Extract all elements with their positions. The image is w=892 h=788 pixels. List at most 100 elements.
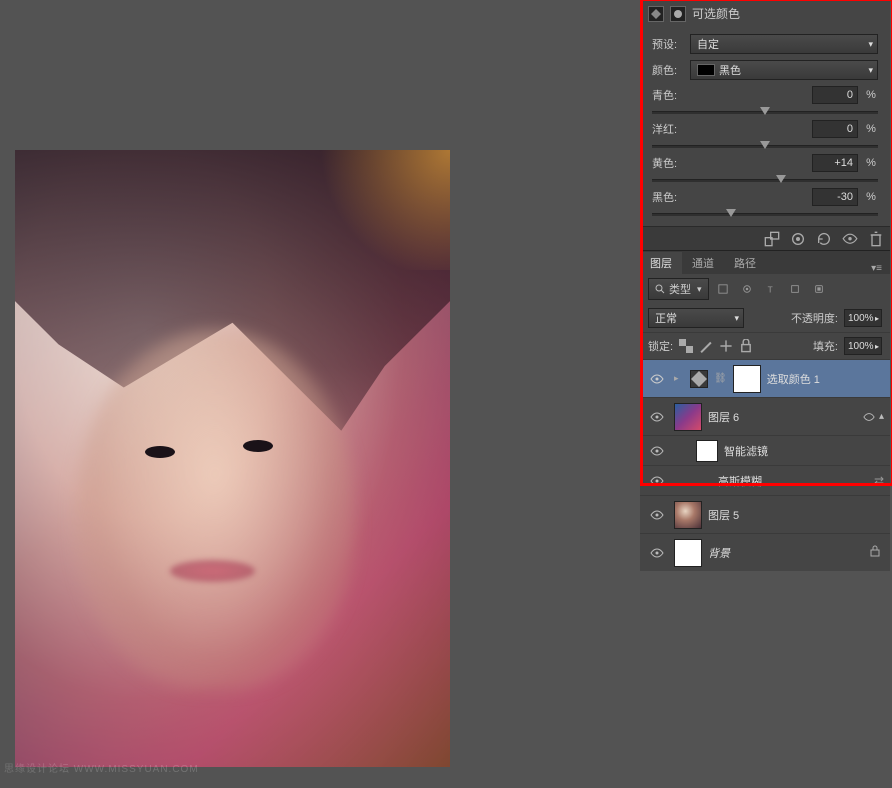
yellow-slider[interactable] bbox=[652, 174, 878, 186]
svg-text:T: T bbox=[767, 284, 772, 294]
portrait-eye-right bbox=[243, 440, 273, 452]
cyan-input[interactable] bbox=[812, 86, 858, 104]
lock-fill-row: 锁定: 填充: 100% bbox=[640, 332, 890, 359]
smart-object-badge[interactable]: ▴ bbox=[863, 411, 884, 422]
trash-icon[interactable] bbox=[868, 232, 884, 246]
layer-selective-color[interactable]: ▸ ⛓ 选取颜色 1 bbox=[640, 359, 890, 397]
lock-transparent-icon[interactable] bbox=[679, 339, 693, 353]
preset-label: 预设: bbox=[652, 36, 686, 52]
layer-name[interactable]: 图层 6 bbox=[708, 409, 739, 425]
eye-icon[interactable] bbox=[646, 510, 668, 520]
lock-icon bbox=[870, 545, 884, 560]
portrait-lips bbox=[170, 560, 255, 582]
adjustment-thumb-icon bbox=[690, 370, 708, 388]
black-input[interactable] bbox=[812, 188, 858, 206]
panel-title: 可选颜色 bbox=[692, 5, 740, 22]
fill-label: 填充: bbox=[813, 338, 838, 354]
tab-channels[interactable]: 通道 bbox=[682, 252, 724, 274]
yellow-input[interactable] bbox=[812, 154, 858, 172]
portrait-face bbox=[75, 330, 355, 690]
filter-adjustment-icon[interactable] bbox=[739, 281, 755, 297]
magenta-input[interactable] bbox=[812, 120, 858, 138]
disclosure-icon[interactable]: ▸ bbox=[674, 373, 684, 384]
filter-pixel-icon[interactable] bbox=[715, 281, 731, 297]
mask-icon bbox=[670, 6, 686, 22]
filter-shape-icon[interactable] bbox=[787, 281, 803, 297]
color-swatch-black bbox=[697, 64, 715, 76]
layers-panel-tabs: 图层 通道 路径 ▾≡ bbox=[640, 250, 890, 274]
portrait-image bbox=[15, 150, 450, 767]
filter-kind-label: 类型 bbox=[669, 281, 691, 297]
blend-opacity-row: 正常 不透明度: 100% bbox=[640, 304, 890, 332]
layers-list: ▸ ⛓ 选取颜色 1 图层 6 ▴ 智能滤镜 高斯模糊 ⇄ 图 bbox=[640, 359, 890, 571]
cyan-slider[interactable] bbox=[652, 106, 878, 118]
layer-name[interactable]: 选取颜色 1 bbox=[767, 371, 820, 387]
black-unit: % bbox=[864, 191, 878, 203]
filter-name[interactable]: 高斯模糊 bbox=[718, 473, 762, 489]
layer-gaussian-blur[interactable]: 高斯模糊 ⇄ bbox=[640, 465, 890, 495]
preset-dropdown[interactable]: 自定 bbox=[690, 34, 878, 54]
lock-pixels-icon[interactable] bbox=[699, 339, 713, 353]
layer-thumb[interactable] bbox=[674, 501, 702, 529]
filter-smart-icon[interactable] bbox=[811, 281, 827, 297]
fill-input[interactable]: 100% bbox=[844, 337, 882, 355]
layer-name[interactable]: 图层 5 bbox=[708, 507, 739, 523]
blend-mode-dropdown[interactable]: 正常 bbox=[648, 308, 744, 328]
eye-icon[interactable] bbox=[646, 476, 668, 486]
adjustment-icon bbox=[648, 6, 664, 22]
layer-mask-thumb[interactable] bbox=[733, 365, 761, 393]
lock-all-icon[interactable] bbox=[739, 339, 753, 353]
watermark-text: 思缘设计论坛 WWW.MISSYUAN.COM bbox=[4, 760, 199, 775]
layer-background[interactable]: 背景 bbox=[640, 533, 890, 571]
magenta-slider[interactable] bbox=[652, 140, 878, 152]
layer-name[interactable]: 背景 bbox=[708, 545, 730, 561]
magenta-label: 洋红: bbox=[652, 121, 686, 137]
preset-value: 自定 bbox=[697, 36, 719, 52]
opacity-value: 100% bbox=[848, 313, 874, 324]
tab-paths[interactable]: 路径 bbox=[724, 252, 766, 274]
properties-body: 预设: 自定 颜色: 黑色 青色: % 洋红: % bbox=[640, 26, 890, 226]
previous-state-icon[interactable] bbox=[790, 232, 806, 246]
panel-menu-icon[interactable]: ▾≡ bbox=[863, 263, 890, 274]
blend-mode-value: 正常 bbox=[655, 310, 677, 326]
yellow-label: 黄色: bbox=[652, 155, 686, 171]
opacity-label: 不透明度: bbox=[791, 310, 838, 326]
black-label: 黑色: bbox=[652, 189, 686, 205]
lock-position-icon[interactable] bbox=[719, 339, 733, 353]
link-icon[interactable]: ⛓ bbox=[714, 373, 727, 384]
eye-icon[interactable] bbox=[646, 548, 668, 558]
lock-label: 锁定: bbox=[648, 338, 673, 354]
layer-6[interactable]: 图层 6 ▴ bbox=[640, 397, 890, 435]
filter-type-icon[interactable]: T bbox=[763, 281, 779, 297]
filter-kind-dropdown[interactable]: 类型 bbox=[648, 278, 709, 300]
tab-layers[interactable]: 图层 bbox=[640, 252, 682, 274]
layer-thumb[interactable] bbox=[674, 403, 702, 431]
opacity-input[interactable]: 100% bbox=[844, 309, 882, 327]
filter-blend-icon[interactable]: ⇄ bbox=[874, 474, 884, 488]
eye-icon[interactable] bbox=[646, 446, 668, 456]
eye-icon[interactable] bbox=[646, 374, 668, 384]
clip-to-layer-icon[interactable] bbox=[764, 232, 780, 246]
reset-icon[interactable] bbox=[816, 232, 832, 246]
layer-thumb[interactable] bbox=[674, 539, 702, 567]
yellow-unit: % bbox=[864, 157, 878, 169]
layer-smart-filters[interactable]: 智能滤镜 bbox=[640, 435, 890, 465]
right-panel-stack: 可选颜色 预设: 自定 颜色: 黑色 青色: % 洋红: bbox=[640, 0, 890, 788]
properties-action-bar bbox=[640, 226, 890, 250]
canvas-viewport[interactable] bbox=[15, 150, 450, 767]
colors-value: 黑色 bbox=[719, 62, 741, 78]
layer-filter-row: 类型 T bbox=[640, 274, 890, 304]
filter-mask-thumb[interactable] bbox=[696, 440, 718, 462]
colors-label: 颜色: bbox=[652, 62, 686, 78]
black-slider[interactable] bbox=[652, 208, 878, 220]
magenta-unit: % bbox=[864, 123, 878, 135]
visibility-icon[interactable] bbox=[842, 232, 858, 246]
fill-value: 100% bbox=[848, 341, 874, 352]
properties-panel-header: 可选颜色 bbox=[640, 0, 890, 26]
eye-icon[interactable] bbox=[646, 412, 668, 422]
colors-dropdown[interactable]: 黑色 bbox=[690, 60, 878, 80]
layer-5[interactable]: 图层 5 bbox=[640, 495, 890, 533]
cyan-unit: % bbox=[864, 89, 878, 101]
cyan-label: 青色: bbox=[652, 87, 686, 103]
portrait-eye-left bbox=[145, 446, 175, 458]
